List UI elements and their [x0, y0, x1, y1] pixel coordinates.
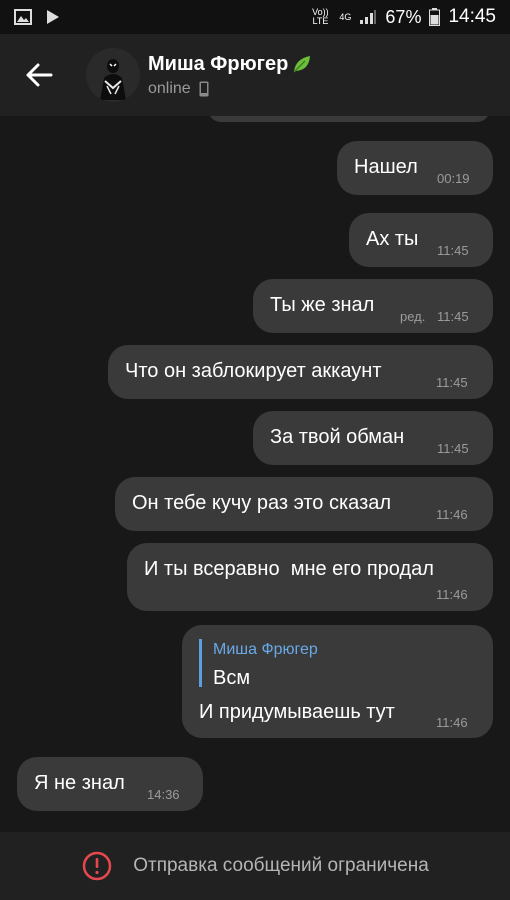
clock: 14:45	[448, 6, 496, 27]
message-bubble-partial	[208, 116, 490, 122]
contact-name: Миша Фрюгер	[148, 52, 289, 75]
contact-status: online	[148, 79, 191, 97]
contact-status-row: online	[148, 80, 313, 98]
phone-icon	[199, 81, 209, 96]
message-time: 11:45	[436, 375, 468, 390]
message-bubble-reply[interactable]: Миша Фрюгер Всм И придумываешь тут 11:46	[182, 625, 493, 738]
message-time: 11:46	[436, 587, 468, 602]
message-text: Он тебе кучу раз это сказал	[132, 492, 392, 514]
message-bubble[interactable]: Нашел 00:19	[337, 141, 493, 195]
message-bubble[interactable]: Что он заблокирует аккаунт 11:45	[108, 345, 493, 399]
message-text: Нашел	[354, 156, 418, 178]
restriction-bar: Отправка сообщений ограничена	[0, 832, 510, 900]
avatar[interactable]	[86, 48, 140, 102]
message-time: 11:45	[437, 309, 469, 324]
leaf-icon	[293, 56, 311, 73]
reply-text: Всм	[213, 667, 251, 689]
message-time: 11:45	[437, 243, 469, 258]
message-list[interactable]: Нашел 00:19 Ах ты 11:45 Ты же знал ред. …	[0, 116, 510, 832]
message-bubble[interactable]: И ты всеравно мне его продал 11:46	[127, 543, 493, 611]
avatar-figure-icon	[86, 48, 140, 102]
message-text: И придумываешь тут	[199, 701, 395, 723]
battery-percent: 67%	[385, 6, 422, 27]
message-text: Что он заблокирует аккаунт	[125, 360, 382, 382]
reply-author[interactable]: Миша Фрюгер	[213, 641, 318, 659]
message-time: 00:19	[437, 171, 470, 186]
message-text: Ах ты	[366, 228, 419, 250]
back-arrow-icon[interactable]	[24, 60, 54, 90]
message-bubble[interactable]: Ты же знал ред. 11:45	[253, 279, 493, 333]
image-icon	[14, 9, 32, 25]
message-edited-label: ред.	[400, 309, 426, 324]
battery-icon	[429, 8, 441, 26]
message-bubble-incoming[interactable]: Я не знал 14:36	[17, 757, 203, 811]
chat-header: Миша Фрюгер online	[0, 34, 510, 116]
restriction-text: Отправка сообщений ограничена	[133, 855, 429, 876]
network-indicator: 4G	[339, 11, 352, 22]
play-icon	[47, 10, 59, 24]
message-text: Ты же знал	[270, 294, 375, 316]
message-time: 11:45	[437, 441, 469, 456]
message-text: И ты всеравно мне его продал	[144, 558, 434, 580]
alert-icon	[82, 851, 112, 881]
volte-indicator: Vo)) LTE	[312, 7, 329, 26]
message-bubble[interactable]: Он тебе кучу раз это сказал 11:46	[115, 477, 493, 531]
message-bubble[interactable]: Ах ты 11:45	[349, 213, 493, 267]
message-time: 11:46	[436, 507, 468, 522]
message-bubble[interactable]: За твой обман 11:45	[253, 411, 493, 465]
contact-name-row[interactable]: Миша Фрюгер	[148, 53, 313, 76]
message-text: Я не знал	[34, 772, 125, 794]
message-time: 11:46	[436, 715, 468, 730]
reply-accent-bar	[199, 639, 202, 687]
status-bar: Vo)) LTE 4G 67% 14:45	[0, 0, 510, 34]
message-text: За твой обман	[270, 426, 405, 448]
signal-icon	[360, 10, 377, 24]
message-time: 14:36	[147, 787, 180, 802]
